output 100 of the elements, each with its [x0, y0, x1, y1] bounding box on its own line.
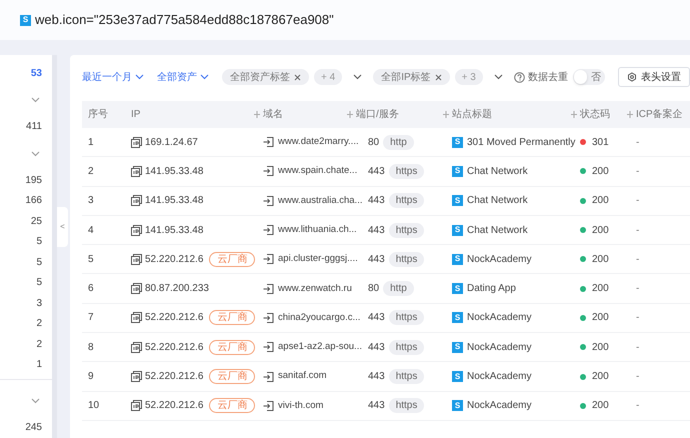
port-number: 443 — [368, 252, 385, 267]
filter-tag[interactable]: 全部IP标签 — [373, 69, 450, 85]
table-cell: 3 — [88, 195, 94, 206]
cloud-vendor-tag: 云厂商 — [209, 398, 256, 414]
site-icon: S — [452, 224, 463, 236]
domain-link[interactable]: api.cluster-gggsj.... — [278, 252, 358, 266]
toggle-switch[interactable]: 否 — [572, 69, 605, 85]
status-code: 200 — [592, 399, 609, 414]
domain-link[interactable]: sanitaf.com — [278, 369, 327, 384]
ip-address[interactable]: 52.220.212.6 — [145, 252, 204, 267]
column-header[interactable]: 状态码 — [580, 107, 610, 122]
count-item[interactable]: 53 — [30, 66, 42, 81]
domain-link[interactable]: www.zenwatch.ru — [278, 282, 352, 296]
service-tag: http — [383, 281, 414, 296]
site-icon: S — [452, 342, 463, 353]
port-number: 443 — [368, 164, 385, 179]
chevron-icon[interactable] — [353, 74, 362, 80]
site-title: NockAcademy — [467, 340, 532, 355]
column-header[interactable]: 序号 — [88, 107, 108, 122]
count-item[interactable]: 1 — [36, 357, 42, 372]
ip-address[interactable]: 52.220.212.6 — [145, 310, 204, 326]
domain-link[interactable]: www.australia.cha... — [278, 194, 362, 208]
table-cell: - — [636, 342, 640, 353]
ip-address[interactable]: 169.1.24.67 — [145, 134, 198, 150]
sort-icon[interactable] — [254, 111, 260, 118]
ip-icon — [131, 136, 142, 148]
ip-address[interactable]: 52.220.212.6 — [145, 398, 204, 414]
count-item[interactable]: 5 — [36, 234, 42, 250]
status-code: 200 — [592, 370, 609, 384]
domain-link[interactable]: www.date2marry.... — [278, 135, 359, 150]
chevron-icon[interactable] — [494, 74, 503, 80]
sort-icon[interactable] — [443, 111, 449, 118]
link-icon — [263, 312, 274, 323]
status-code: 200 — [592, 194, 609, 208]
link-icon — [263, 225, 274, 236]
count-item[interactable]: 5 — [36, 275, 42, 290]
dropdown-button[interactable]: 全部资产 — [157, 70, 209, 84]
site-icon: S — [452, 312, 463, 324]
ip-address[interactable]: 52.220.212.6 — [145, 369, 204, 384]
count-item[interactable]: 166 — [25, 193, 42, 208]
site-title: Chat Network — [467, 224, 528, 238]
ip-address[interactable]: 141.95.33.48 — [145, 164, 204, 179]
domain-link[interactable]: china2youcargo.c... — [278, 310, 360, 326]
ip-icon — [131, 166, 142, 177]
ip-icon — [131, 371, 142, 382]
link-icon — [263, 342, 274, 352]
link-icon — [263, 166, 274, 176]
site-title: Dating App — [467, 282, 516, 296]
count-item[interactable]: 195 — [25, 172, 42, 188]
count-item[interactable]: 2 — [36, 336, 42, 352]
column-header[interactable]: ICP备案企 — [636, 107, 683, 122]
collapse-handle[interactable]: < — [57, 206, 68, 246]
column-header[interactable]: IP — [131, 107, 140, 122]
site-title: Chat Network — [467, 194, 528, 208]
count-item[interactable]: 5 — [36, 254, 42, 270]
service-tag: https — [388, 369, 424, 384]
port-number: 443 — [368, 370, 385, 384]
ip-address[interactable]: 80.87.200.233 — [145, 281, 209, 296]
port-number: 80 — [368, 282, 380, 296]
domain-link[interactable]: apse1-az2.ap-sou... — [278, 340, 362, 354]
link-icon — [263, 254, 274, 264]
link-icon — [263, 196, 274, 206]
close-icon[interactable] — [434, 74, 442, 80]
count-item[interactable]: 25 — [30, 214, 42, 229]
sort-icon[interactable] — [627, 111, 633, 118]
ip-address[interactable]: 52.220.212.6 — [145, 340, 204, 355]
sort-icon[interactable] — [347, 111, 353, 118]
close-icon[interactable] — [294, 74, 301, 80]
port-number: 443 — [368, 224, 385, 238]
status-code: 200 — [592, 252, 609, 267]
service-tag: https — [388, 310, 424, 326]
help-icon — [514, 72, 525, 82]
column-settings-button[interactable]: 表头设置 — [618, 67, 690, 87]
service-tag: https — [388, 222, 424, 238]
filter-tag[interactable]: 全部资产标签 — [222, 69, 309, 85]
domain-link[interactable]: vivi-th.com — [278, 398, 324, 413]
ip-address[interactable]: 141.95.33.48 — [145, 222, 204, 238]
query-text: web.icon="253e37ad775a584edd88c187867ea908" — [35, 11, 334, 30]
sort-icon[interactable] — [571, 111, 577, 118]
count-item[interactable]: 2 — [36, 316, 42, 332]
chevron-icon — [200, 74, 209, 80]
domain-link[interactable]: www.spain.chate... — [278, 164, 358, 179]
count-item[interactable]: 245 — [25, 420, 42, 435]
cloud-vendor-tag: 云厂商 — [209, 340, 256, 355]
ip-address[interactable]: 141.95.33.48 — [145, 193, 204, 208]
table-cell: - — [636, 224, 640, 236]
table-cell: 2 — [88, 166, 94, 177]
column-header[interactable]: 域名 — [263, 107, 283, 122]
link-icon — [263, 137, 274, 148]
column-header[interactable]: 端口/服务 — [356, 107, 399, 122]
table-cell: 5 — [88, 254, 94, 265]
site-icon: S — [452, 400, 463, 412]
service-tag: http — [383, 134, 414, 150]
column-header[interactable]: 站点标题 — [452, 107, 492, 122]
count-item[interactable]: 3 — [36, 296, 42, 311]
link-icon — [263, 372, 274, 382]
domain-link[interactable]: www.lithuania.ch... — [278, 222, 357, 238]
table-cell: - — [636, 136, 640, 148]
dropdown-button[interactable]: 最近一个月 — [82, 70, 144, 84]
count-item[interactable]: 411 — [26, 119, 42, 134]
